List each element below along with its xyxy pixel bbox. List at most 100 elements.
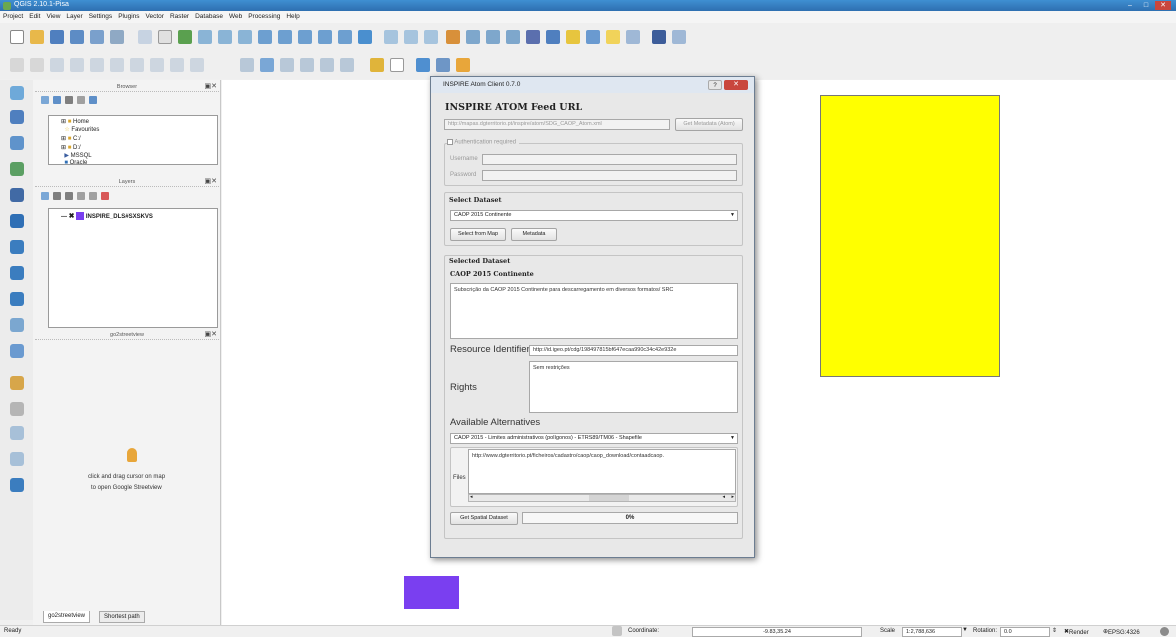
zoom-actual-icon[interactable] — [238, 30, 252, 44]
csv-icon[interactable] — [390, 58, 404, 72]
pegman-icon[interactable] — [127, 448, 137, 462]
measure-icon[interactable] — [546, 30, 560, 44]
minimize-icon[interactable]: – — [1122, 1, 1138, 10]
menu-settings[interactable]: Settings — [86, 11, 116, 20]
add-oracle-icon[interactable] — [10, 214, 24, 228]
render-checkbox[interactable]: ✖ Render — [1064, 628, 1089, 636]
refresh-icon[interactable] — [358, 30, 372, 44]
tab-go2streetview[interactable]: go2streetview — [43, 611, 91, 623]
show-hide-labels-icon[interactable] — [280, 58, 294, 72]
add-raster-layer-icon[interactable] — [10, 110, 24, 124]
add-virtual-layer-icon[interactable] — [10, 344, 24, 358]
coordinate-toggle-icon[interactable] — [612, 626, 622, 636]
zoom-to-layer-icon[interactable] — [298, 30, 312, 44]
python-console-icon[interactable] — [652, 30, 666, 44]
filter-legend-icon[interactable] — [65, 192, 73, 200]
remove-layer-icon[interactable] — [101, 192, 109, 200]
dialog-help-icon[interactable]: ? — [708, 80, 722, 90]
add-group-icon[interactable] — [53, 192, 61, 200]
change-label-icon[interactable] — [340, 58, 354, 72]
node-tool-icon[interactable] — [110, 58, 124, 72]
select-from-map-button[interactable]: Select from Map — [450, 228, 506, 241]
menu-plugins[interactable]: Plugins — [115, 11, 142, 20]
expand-all-icon[interactable] — [77, 192, 85, 200]
current-edits-icon[interactable] — [10, 58, 24, 72]
rotate-label-icon[interactable] — [320, 58, 334, 72]
delete-selected-icon[interactable] — [130, 58, 144, 72]
select-by-expression-icon[interactable] — [446, 30, 460, 44]
streetview-pegman-icon[interactable] — [456, 58, 470, 72]
new-project-icon[interactable] — [10, 30, 24, 44]
refresh-browser-icon[interactable] — [53, 96, 61, 104]
pin-labels-icon[interactable] — [260, 58, 274, 72]
open-project-icon[interactable] — [30, 30, 44, 44]
copy-features-icon[interactable] — [170, 58, 184, 72]
add-mssql-icon[interactable] — [10, 188, 24, 202]
close-icon[interactable]: ✕ — [1155, 1, 1171, 10]
scale-field[interactable]: 1:2,788,636 — [902, 627, 962, 637]
print-composer-icon[interactable] — [90, 30, 104, 44]
new-shapefile-icon[interactable] — [10, 376, 24, 390]
add-csv-icon[interactable] — [10, 478, 24, 492]
get-metadata-button[interactable]: Get Metadata (Atom) — [675, 118, 743, 131]
scroll-right-icon[interactable]: ▸ — [731, 494, 734, 500]
rotation-field[interactable]: 0.0 — [1000, 627, 1050, 637]
select-features-icon[interactable] — [404, 30, 418, 44]
deselect-icon[interactable] — [424, 30, 438, 44]
save-project-icon[interactable] — [50, 30, 64, 44]
zoom-last-icon[interactable] — [318, 30, 332, 44]
zoom-in-icon[interactable] — [198, 30, 212, 44]
messages-icon[interactable] — [1160, 627, 1169, 636]
identify-icon[interactable] — [384, 30, 398, 44]
menu-web[interactable]: Web — [226, 11, 245, 20]
rotation-spinner-icon[interactable]: ⇕ — [1052, 627, 1057, 634]
bookmarks-icon[interactable] — [606, 30, 620, 44]
save-edits-icon[interactable] — [50, 58, 64, 72]
add-spatialite-icon[interactable] — [10, 162, 24, 176]
add-vector-layer-icon[interactable] — [10, 86, 24, 100]
feed-url-input[interactable]: http://mapas.dgterritorio.pt/inspire/ato… — [444, 119, 670, 130]
files-list[interactable]: http://www.dgterritorio.pt/ficheiros/cad… — [468, 449, 736, 494]
pan-to-selection-icon[interactable] — [178, 30, 192, 44]
add-selected-icon[interactable] — [41, 96, 49, 104]
menu-database[interactable]: Database — [192, 11, 226, 20]
layer-tool-icon[interactable] — [436, 58, 450, 72]
browser-item-home[interactable]: ⊞ ■ Home — [61, 118, 89, 125]
toggle-editing-icon[interactable] — [30, 58, 44, 72]
files-horizontal-scrollbar[interactable]: ◂ ◂ ▸ — [468, 494, 736, 502]
menu-view[interactable]: View — [43, 11, 63, 20]
add-wfs-icon[interactable] — [10, 292, 24, 306]
zoom-to-selection-icon[interactable] — [278, 30, 292, 44]
dataset-select[interactable]: CAOP 2015 Continente ▼ — [450, 210, 738, 221]
crs-button[interactable]: ⊕ EPSG:4326 — [1103, 628, 1140, 636]
browser-item-c[interactable]: ⊞ ■ C:/ — [61, 135, 81, 142]
maximize-icon[interactable]: □ — [1138, 1, 1154, 10]
new-temporary-layer-icon[interactable] — [10, 402, 24, 416]
browser-item-favourites[interactable]: ☆ Favourites — [61, 126, 99, 133]
menu-layer[interactable]: Layer — [63, 11, 85, 20]
dialog-close-icon[interactable]: ✕ — [724, 80, 748, 90]
cut-features-icon[interactable] — [150, 58, 164, 72]
deselect-all-icon[interactable] — [466, 30, 480, 44]
layer-styling-icon[interactable] — [41, 192, 49, 200]
scroll-left-icon[interactable]: ◂ — [470, 494, 473, 500]
filter-icon[interactable] — [65, 96, 73, 104]
coordinate-field[interactable]: -9.83,35.24 — [692, 627, 862, 637]
panel-float-close-icon[interactable]: ▣✕ — [205, 82, 217, 92]
zoom-full-icon[interactable] — [258, 30, 272, 44]
plugin-icon[interactable] — [370, 58, 384, 72]
get-spatial-dataset-button[interactable]: Get Spatial Dataset — [450, 512, 518, 525]
field-calculator-icon[interactable] — [506, 30, 520, 44]
menu-project[interactable]: Project — [0, 11, 26, 20]
add-postgis-icon[interactable] — [10, 136, 24, 150]
attribute-table-icon[interactable] — [486, 30, 500, 44]
paste-features-icon[interactable] — [190, 58, 204, 72]
add-wkt-icon[interactable] — [10, 452, 24, 466]
add-delimited-text-icon[interactable] — [10, 318, 24, 332]
browser-item-oracle[interactable]: ■ Oracle — [61, 160, 87, 166]
layer-item[interactable]: — ✖ INSPIRE_DLS#SXSKVS — [61, 212, 153, 221]
add-gpx-icon[interactable] — [10, 426, 24, 440]
label-tool-icon[interactable] — [240, 58, 254, 72]
collapse-layers-icon[interactable] — [89, 192, 97, 200]
menu-processing[interactable]: Processing — [245, 11, 283, 20]
